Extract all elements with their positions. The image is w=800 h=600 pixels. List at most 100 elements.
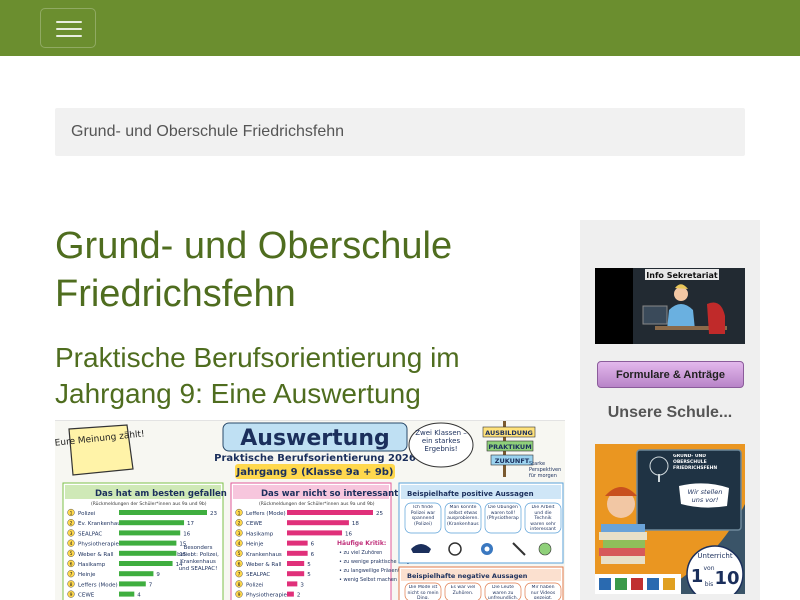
rank-number: 5 [238,551,241,557]
item-bar [119,540,177,546]
item-label: CEWE [246,521,263,527]
item-label: Heinje [78,572,96,578]
badge-bottom: bis [705,581,714,588]
item-bar [287,510,373,515]
quote-text: Mir haben nur Videos gezeigt. [530,585,556,599]
breadcrumb: Grund- und Oberschule Friedrichsfehn [55,108,745,156]
rank-number: 6 [238,561,241,567]
critique-item: • wenig Selbst machen [339,577,397,583]
item-bar [119,591,135,597]
critique-title: Häufige Kritik: [337,540,386,547]
navbar [0,0,800,56]
quote-text: Es war viel Zuhören. [450,585,476,596]
rank-number: 9 [238,592,241,598]
poster-subtitle: Praktische Berufsorientierung 2026 [214,453,416,464]
school-banner-illustration: GRUND- UND OBERSCHULE FRIEDRICHSFEHN Wir… [595,444,745,594]
rank-number: 8 [70,582,73,588]
rank-number: 1 [70,510,73,516]
item-label: SEALPAC [78,531,102,537]
rank-number: 7 [238,572,241,578]
item-bar [119,550,177,556]
item-label: Ev. Krankenhaus [78,521,124,527]
sign-2-text: PRAKTIKUM [488,443,531,451]
item-value: 7 [149,582,153,588]
item-bar [287,581,298,587]
negative-title: Beispielhafte negative Aussagen [407,572,528,580]
item-value: 25 [376,511,383,517]
info-banner-label: Info Sekretariat [646,271,718,280]
item-bar [287,591,294,597]
item-bar [119,510,207,515]
item-label: Hasikamp [78,562,106,568]
item-value: 6 [311,552,315,558]
rank-number: 2 [238,521,241,527]
item-label: Leffers (Mode) [246,511,286,517]
badge-mid: von [703,565,714,572]
quote-text: Die Mode ist nicht so mein Ding. [407,585,439,599]
item-bar [119,561,173,566]
item-value: 5 [307,572,311,578]
rank-number: 3 [238,531,241,537]
rank-number: 8 [238,582,241,588]
item-value: 3 [300,582,304,588]
item-label: Hasikamp [246,531,274,537]
item-bar [287,540,308,546]
quote-text: Ich finde Polizei war spannend (Polizei) [410,505,436,527]
positive-title: Beispielhafte positive Aussagen [407,490,534,498]
item-label: Heinje [246,542,264,548]
rank-number: 4 [238,541,241,547]
hamburger-icon-bar [56,35,82,37]
item-label: SEALPAC [246,572,270,578]
item-label: CEWE [78,593,95,599]
menu-toggle-button[interactable] [40,8,96,48]
hamburger-icon-bar [56,28,82,30]
badge-to: 10 [714,568,739,589]
bubble-text: Zwei Klassen – ein starkes Ergebnis! [415,429,467,453]
rank-number: 4 [70,541,73,547]
item-bar [287,530,343,536]
article-title[interactable]: Praktische Berufsorientierung im Jahrgan… [55,340,555,412]
item-bar [287,571,305,577]
poster-illustration: Eure Meinung zählt! Auswertung Praktisch… [55,421,564,600]
quote-text: Die Arbeit und die Technik waren sehr in… [530,505,556,531]
worst-title: Das war nicht so interessant [261,489,398,499]
item-label: Physiotherapie [78,542,119,548]
item-bar [287,520,349,526]
monitor-icon [642,305,668,325]
secretariat-illustration: Info Sekretariat [633,268,745,344]
highlight-note: Besonders beliebt: Polizei, Krankenhaus … [177,545,219,572]
badge-from: 1 [691,566,704,587]
school-banner-slogan: Wir stellen uns vor! [687,488,723,504]
critique-item: • zu viel Zuhören [339,550,382,556]
school-banner-title: GRUND- UND OBERSCHULE FRIEDRICHSFEHN [673,454,718,471]
worst-note: (Rückmeldungen der Schüler*innen aus 9a … [259,501,375,507]
article-image[interactable]: Eure Meinung zählt! Auswertung Praktisch… [55,420,565,600]
quote-text: Die Leute waren zu unfreundlich. [487,585,519,599]
item-value: 9 [156,572,160,578]
item-label: Physiotherapie [246,593,287,599]
hamburger-icon [56,21,82,23]
item-value: 6 [311,542,315,548]
school-presentation-banner[interactable]: GRUND- UND OBERSCHULE FRIEDRICHSFEHN Wir… [595,444,745,594]
item-value: 16 [183,531,190,537]
opinion-badge: Eure Meinung zählt! [55,424,145,476]
item-label: Polizei [246,582,264,588]
rank-number: 2 [70,521,73,527]
item-label: Weber & Rall [246,562,282,568]
rank-number: 9 [70,592,73,598]
best-title: Das hat am besten gefallen [95,489,227,499]
sign-note: Starke Perspektiven für morgen [529,461,562,479]
item-value: 4 [137,593,141,599]
item-bar [119,520,185,526]
breadcrumb-item: Grund- und Oberschule Friedrichsfehn [71,123,345,140]
item-label: Krankenhaus [246,552,282,558]
rank-number: 5 [70,551,73,557]
info-secretariat-banner[interactable]: Info Sekretariat [595,268,745,344]
sign-3-text: ZUKUNFT [495,457,530,465]
rank-number: 6 [70,561,73,567]
page-title: Grund- und Oberschule Friedrichsfehn [55,225,453,315]
forms-button[interactable]: Formulare & Anträge [597,361,744,388]
rank-number: 1 [238,510,241,516]
item-value: 5 [307,562,311,568]
item-value: 17 [187,521,194,527]
